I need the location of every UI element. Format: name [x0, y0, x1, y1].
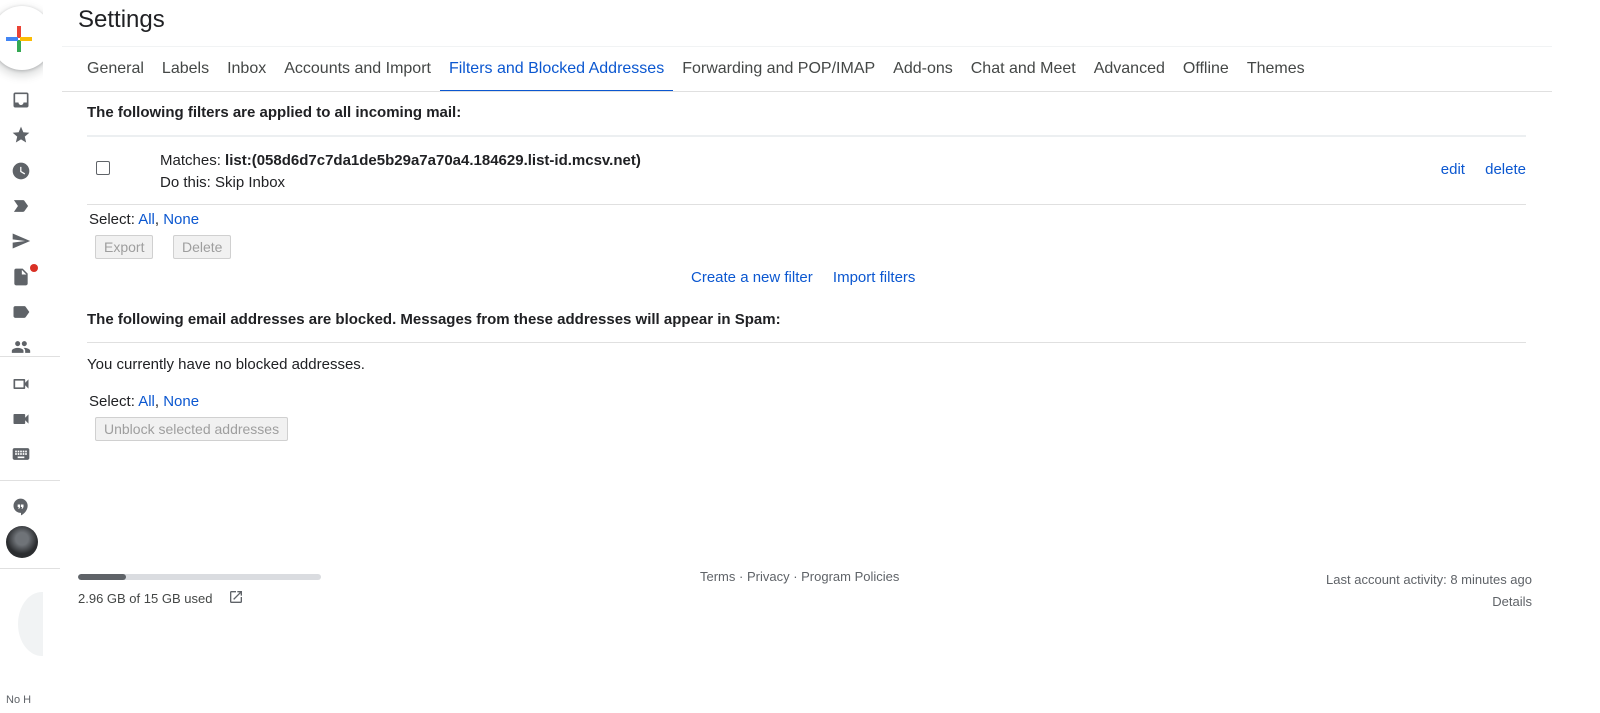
footer-links: Terms · Privacy · Program Policies	[700, 569, 899, 584]
tab-chat-and-meet[interactable]: Chat and Meet	[962, 48, 1085, 92]
last-activity-text: Last account activity: 8 minutes ago	[1326, 572, 1532, 587]
contacts-icon[interactable]	[10, 336, 32, 358]
sent-icon[interactable]	[10, 230, 32, 252]
select-all-link[interactable]: All	[138, 393, 155, 410]
rail-divider	[0, 356, 60, 357]
compose-button[interactable]	[0, 6, 43, 70]
no-blocked-message: You currently have no blocked addresses.	[87, 356, 365, 373]
header-divider	[62, 46, 1552, 47]
select-separator: ,	[154, 393, 160, 410]
tab-inbox[interactable]: Inbox	[218, 48, 275, 92]
footer-separator: ·	[789, 569, 802, 584]
tab-forwarding-and-pop-imap[interactable]: Forwarding and POP/IMAP	[673, 48, 884, 92]
select-none-link[interactable]: None	[163, 393, 199, 410]
tabs-divider	[62, 91, 1552, 92]
account-activity: Last account activity: 8 minutes ago Det…	[1326, 569, 1532, 613]
storage-bar	[78, 574, 321, 580]
page-title: Settings	[78, 6, 165, 33]
delete-button[interactable]: Delete	[173, 235, 232, 259]
rail-divider	[0, 568, 60, 569]
starred-icon[interactable]	[10, 124, 32, 146]
select-label: Select:	[89, 211, 135, 228]
select-separator: ,	[154, 211, 160, 228]
details-link[interactable]: Details	[1326, 591, 1532, 613]
tab-advanced[interactable]: Advanced	[1085, 48, 1174, 92]
select-none-link[interactable]: None	[163, 211, 199, 228]
blocked-select-line: Select: All, None	[89, 393, 199, 410]
filter-row-divider	[87, 204, 1526, 205]
tab-accounts-and-import[interactable]: Accounts and Import	[275, 48, 440, 92]
blocked-divider	[87, 342, 1526, 343]
storage-usage-text: 2.96 GB of 15 GB used	[78, 591, 213, 606]
filter-action: Do this: Skip Inbox	[160, 174, 286, 191]
tab-labels[interactable]: Labels	[153, 48, 218, 92]
blocked-heading: The following email addresses are blocke…	[87, 311, 781, 328]
filters-select-line: Select: All, None	[89, 211, 199, 228]
filter-matches-label: Matches:	[160, 152, 221, 169]
filter-actions-links: Create a new filter Import filters	[691, 269, 915, 286]
snoozed-icon[interactable]	[10, 160, 32, 182]
tab-general[interactable]: General	[78, 48, 153, 92]
avatar[interactable]	[6, 526, 38, 558]
storage-bar-fill	[78, 574, 126, 580]
terms-link[interactable]: Terms	[700, 569, 735, 584]
join-meeting-icon[interactable]	[10, 408, 32, 430]
filter-matches-value: list:(058d6d7c7da1de5b29a7a70a4.184629.l…	[225, 152, 641, 169]
select-label: Select:	[89, 393, 135, 410]
rail-tiny-text: No H	[6, 694, 32, 706]
hangouts-icon[interactable]	[10, 496, 32, 518]
new-meeting-icon[interactable]	[10, 373, 32, 395]
tab-add-ons[interactable]: Add-ons	[884, 48, 962, 92]
important-icon[interactable]	[10, 195, 32, 217]
hangouts-placeholder	[18, 592, 43, 656]
keyboard-icon[interactable]	[10, 443, 32, 465]
program-policies-link[interactable]: Program Policies	[801, 569, 899, 584]
create-filter-link[interactable]: Create a new filter	[691, 269, 813, 286]
rail-divider	[0, 480, 60, 481]
footer-separator: ·	[735, 569, 747, 584]
import-filters-link[interactable]: Import filters	[833, 269, 916, 286]
filters-heading: The following filters are applied to all…	[87, 104, 462, 121]
edit-filter-link[interactable]: edit	[1441, 161, 1465, 178]
drafts-icon[interactable]	[10, 266, 32, 288]
inbox-icon[interactable]	[10, 89, 32, 111]
settings-tabs: General Labels Inbox Accounts and Import…	[78, 48, 1314, 92]
filter-description: Matches: list:(058d6d7c7da1de5b29a7a70a4…	[160, 150, 641, 194]
tab-themes[interactable]: Themes	[1238, 48, 1314, 92]
filter-checkbox[interactable]	[96, 161, 110, 175]
left-rail: No H	[0, 0, 62, 713]
privacy-link[interactable]: Privacy	[747, 569, 790, 584]
drafts-notification-dot	[30, 264, 38, 272]
select-all-link[interactable]: All	[138, 211, 155, 228]
delete-filter-link[interactable]: delete	[1485, 161, 1526, 178]
unblock-button[interactable]: Unblock selected addresses	[95, 417, 289, 441]
label-icon[interactable]	[10, 301, 32, 323]
tab-offline[interactable]: Offline	[1174, 48, 1238, 92]
external-link-icon[interactable]	[228, 589, 244, 605]
compose-icon	[6, 26, 32, 52]
tab-filters-and-blocked-addresses[interactable]: Filters and Blocked Addresses	[439, 48, 674, 92]
export-button[interactable]: Export	[95, 235, 154, 259]
filter-row: Matches: list:(058d6d7c7da1de5b29a7a70a4…	[87, 137, 1526, 205]
filter-row-actions: edit delete	[1425, 161, 1526, 178]
